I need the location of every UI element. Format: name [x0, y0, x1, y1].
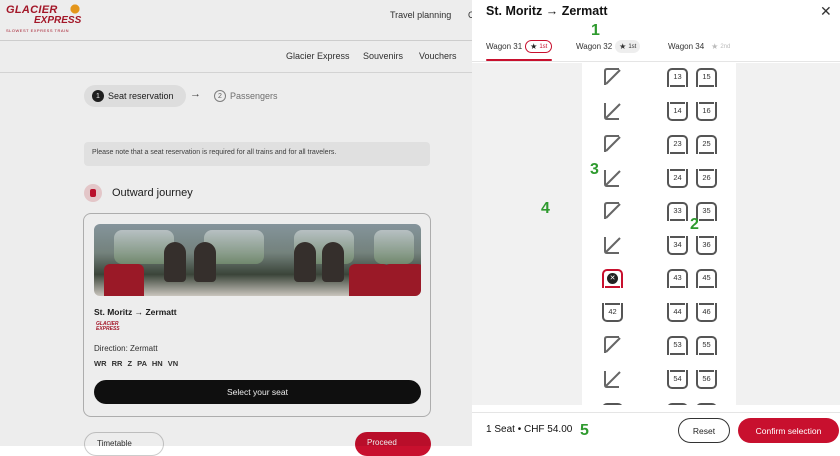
seat-number: 54: [673, 373, 682, 383]
seat-number: 44: [673, 306, 682, 316]
close-icon[interactable]: ✕: [820, 3, 832, 20]
star-icon: ★: [530, 42, 538, 51]
unavailable-seat-icon: [604, 68, 621, 85]
seat-number: 42: [608, 306, 617, 316]
seat-24[interactable]: 24: [667, 168, 688, 188]
wagon-seat-map: 13 15 14 16 23 25 24 26 33 35 34 36 ✕ 43 45 42 44 46 53 55 5…: [582, 63, 736, 405]
seat-56[interactable]: 56: [696, 369, 717, 389]
class-badge: ★ 1st: [615, 40, 641, 53]
annotation-label: 1: [591, 22, 600, 39]
seat-partial[interactable]: [602, 403, 623, 405]
class-badge: ★ 2nd: [711, 42, 731, 51]
annotation-label: 5: [580, 422, 589, 439]
selected-seat[interactable]: ✕: [602, 269, 623, 288]
seat-number: 26: [702, 172, 711, 182]
tab-label: Wagon 34: [668, 42, 705, 51]
seat-map-area: 13 15 14 16 23 25 24 26 33 35 34 36 ✕ 43 45 42 44 46 53 55 5…: [472, 63, 840, 405]
unavailable-seat-icon: [604, 202, 621, 219]
seat-number: 15: [702, 72, 711, 81]
seat-16[interactable]: 16: [696, 101, 717, 121]
remove-icon[interactable]: ✕: [607, 273, 618, 284]
seat-34[interactable]: 34: [667, 235, 688, 255]
unavailable-seat-icon: [604, 135, 621, 152]
seat-45[interactable]: 45: [696, 269, 717, 288]
unavailable-seat-icon: [604, 370, 621, 388]
seat-number: 45: [702, 273, 711, 282]
annotation-label: 2: [690, 216, 699, 233]
seat-number: 53: [673, 340, 682, 349]
seat-25[interactable]: 25: [696, 135, 717, 154]
seat-partial[interactable]: [667, 403, 688, 405]
reset-button[interactable]: Reset: [678, 418, 730, 443]
seat-number: 24: [673, 172, 682, 182]
annotation-label: 3: [590, 161, 599, 178]
selection-footer: 1 Seat • CHF 54.00 Reset Confirm selecti…: [472, 412, 840, 446]
seat-number: 14: [673, 105, 682, 115]
tab-label: Wagon 31: [486, 42, 523, 51]
seat-46[interactable]: 46: [696, 302, 717, 322]
seat-13[interactable]: 13: [667, 68, 688, 87]
seat-number: 34: [673, 239, 682, 249]
seat-43[interactable]: 43: [667, 269, 688, 288]
seat-number: 25: [702, 139, 711, 148]
seat-55[interactable]: 55: [696, 336, 717, 355]
seat-number: 23: [673, 139, 682, 148]
unavailable-seat-icon: [604, 169, 621, 187]
seat-number: 35: [702, 206, 711, 215]
star-icon: ★: [619, 42, 627, 51]
wagon-tabs: Wagon 31 ★ 1st Wagon 32 ★ 1st Wagon 34 ★ 2n…: [472, 32, 840, 62]
seat-23[interactable]: 23: [667, 135, 688, 154]
seat-number: 33: [673, 206, 682, 215]
seat-44[interactable]: 44: [667, 302, 688, 322]
drawer-title: St. Moritz → Zermatt: [486, 4, 608, 18]
seat-35[interactable]: 35: [696, 202, 717, 221]
seat-number: 43: [673, 273, 682, 282]
seat-53[interactable]: 53: [667, 336, 688, 355]
unavailable-seat-icon: [604, 236, 621, 254]
tab-wagon-34[interactable]: Wagon 34 ★ 2nd: [668, 40, 734, 53]
tab-wagon-32[interactable]: Wagon 32 ★ 1st: [576, 40, 641, 53]
seat-14[interactable]: 14: [667, 101, 688, 121]
tab-label: Wagon 32: [576, 42, 613, 51]
seat-33[interactable]: 33: [667, 202, 688, 221]
seat-number: 46: [702, 306, 711, 316]
seat-36[interactable]: 36: [696, 235, 717, 255]
seat-number: 56: [702, 373, 711, 383]
seat-54[interactable]: 54: [667, 369, 688, 389]
seat-selection-drawer: St. Moritz → Zermatt ✕ Wagon 31 ★ 1st Wag…: [472, 0, 840, 446]
seat-number: 16: [702, 105, 711, 115]
active-tab-indicator: [486, 59, 552, 61]
seat-15[interactable]: 15: [696, 68, 717, 87]
seat-26[interactable]: 26: [696, 168, 717, 188]
star-icon: ★: [711, 42, 719, 51]
class-badge: ★ 1st: [525, 40, 553, 53]
seat-42[interactable]: 42: [602, 302, 623, 322]
annotation-label: 4: [541, 200, 550, 217]
selection-summary: 1 Seat • CHF 54.00: [486, 424, 573, 435]
unavailable-seat-icon: [604, 336, 621, 353]
seat-number: 55: [702, 340, 711, 349]
seat-partial[interactable]: [696, 403, 717, 405]
unavailable-seat-icon: [604, 102, 621, 120]
tab-wagon-31[interactable]: Wagon 31 ★ 1st: [486, 40, 553, 53]
seat-number: 13: [673, 72, 682, 81]
backdrop-overlay[interactable]: [0, 0, 472, 446]
confirm-selection-button[interactable]: Confirm selection: [738, 418, 839, 443]
seat-number: 36: [702, 239, 711, 249]
